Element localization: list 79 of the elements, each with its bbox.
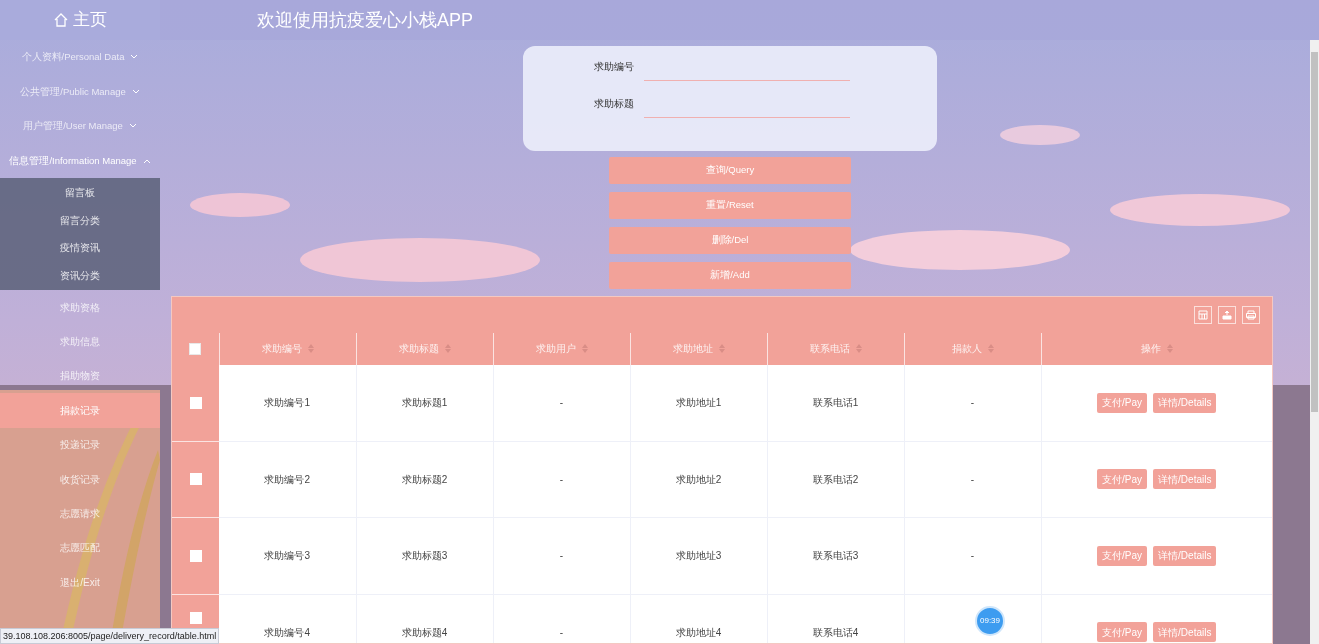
- home-icon[interactable]: [53, 12, 69, 28]
- table-cell: 联系电话1: [812, 397, 859, 409]
- table-cell: 求助标题4: [401, 626, 448, 638]
- sidebar-item[interactable]: 投递记录: [0, 427, 160, 462]
- print-icon[interactable]: [1242, 305, 1260, 324]
- table-cell: 求助标题1: [401, 397, 448, 409]
- action-button[interactable]: 重置/Reset: [609, 191, 851, 219]
- row-action-button[interactable]: 详情/Details: [1153, 545, 1217, 566]
- column-header[interactable]: 捐款人: [951, 341, 982, 357]
- sidebar-item[interactable]: 留言分类: [0, 206, 160, 234]
- table-cell: -: [559, 473, 564, 485]
- column-header[interactable]: 求助编号: [261, 341, 302, 357]
- table-cell: 求助地址1: [675, 397, 722, 409]
- columns-icon[interactable]: [1194, 305, 1212, 324]
- sidebar-item[interactable]: 志愿请求: [0, 496, 160, 531]
- table-cell: 求助标题3: [401, 550, 448, 562]
- sidebar-group[interactable]: 信息管理/Information Manage: [0, 143, 160, 178]
- table-cell: -: [559, 550, 564, 562]
- sort-icon[interactable]: [581, 344, 588, 354]
- column-header[interactable]: 求助标题: [398, 341, 439, 357]
- field-label: 求助编号: [593, 59, 635, 74]
- column-header[interactable]: 求助地址: [672, 341, 713, 357]
- checkbox[interactable]: [189, 473, 202, 486]
- table-cell: -: [559, 397, 564, 409]
- table-cell: 求助地址4: [675, 626, 722, 638]
- table-cell: -: [970, 397, 975, 409]
- sidebar-item[interactable]: 志愿匹配: [0, 530, 160, 566]
- sidebar-item[interactable]: 资讯分类: [0, 261, 160, 289]
- sidebar-item[interactable]: 疫情资讯: [0, 234, 160, 262]
- app-title: 欢迎使用抗疫爱心小栈APP: [257, 8, 474, 32]
- table-cell: 求助地址2: [675, 473, 722, 485]
- row-action-button[interactable]: 支付/Pay: [1097, 545, 1148, 566]
- sidebar-item[interactable]: 留言板: [0, 179, 160, 207]
- action-button[interactable]: 删除/Del: [609, 226, 851, 254]
- table-cell: -: [559, 626, 564, 638]
- sort-icon[interactable]: [307, 344, 314, 354]
- table-cell: 求助地址3: [675, 550, 722, 562]
- sort-icon[interactable]: [855, 344, 862, 354]
- table-cell: 求助编号1: [264, 397, 311, 409]
- row-action-button[interactable]: 支付/Pay: [1097, 469, 1148, 490]
- checkbox[interactable]: [189, 549, 202, 562]
- chevron-down-icon: [130, 54, 139, 61]
- table-cell: 求助编号4: [264, 626, 311, 638]
- checkbox[interactable]: [189, 396, 202, 409]
- table-cell: 联系电话4: [812, 626, 859, 638]
- column-header[interactable]: 求助用户: [535, 341, 576, 357]
- column-header[interactable]: 操作: [1140, 341, 1161, 357]
- field-label: 求助标题: [593, 96, 635, 111]
- table-cell: 求助编号3: [264, 550, 311, 562]
- table-cell: -: [970, 473, 975, 485]
- table-cell: 联系电话3: [812, 550, 859, 562]
- table-cell: 联系电话2: [812, 473, 859, 485]
- column-header[interactable]: 联系电话: [809, 341, 850, 357]
- chevron-down-icon: [128, 123, 137, 130]
- sort-icon[interactable]: [987, 344, 994, 354]
- action-button[interactable]: 查询/Query: [609, 156, 851, 184]
- sidebar-item[interactable]: 捐款记录: [0, 393, 160, 428]
- row-action-button[interactable]: 详情/Details: [1153, 392, 1217, 413]
- sidebar-item[interactable]: 退出/Exit: [0, 565, 160, 600]
- row-action-button[interactable]: 详情/Details: [1153, 622, 1217, 643]
- sort-icon[interactable]: [444, 344, 451, 354]
- export-icon[interactable]: [1218, 305, 1236, 324]
- home-link[interactable]: 主页: [73, 7, 107, 33]
- table-cell: -: [970, 550, 975, 562]
- action-button[interactable]: 新增/Add: [609, 261, 851, 289]
- checkbox[interactable]: [189, 342, 202, 355]
- table-cell: 求助编号2: [264, 473, 311, 485]
- scrollbar[interactable]: [1310, 40, 1319, 644]
- table-cell: 求助标题2: [401, 473, 448, 485]
- sort-icon[interactable]: [1166, 344, 1173, 354]
- checkbox[interactable]: [189, 612, 202, 625]
- sort-icon[interactable]: [718, 344, 725, 354]
- sidebar-item[interactable]: 收货记录: [0, 461, 160, 497]
- chevron-down-icon: [131, 88, 140, 95]
- row-action-button[interactable]: 详情/Details: [1153, 469, 1217, 490]
- chevron-up-icon: [142, 157, 151, 164]
- status-url: 39.108.108.206:8005/page/delivery_record/table.html: [0, 628, 220, 644]
- row-action-button[interactable]: 支付/Pay: [1097, 392, 1148, 413]
- row-action-button[interactable]: 支付/Pay: [1097, 622, 1148, 643]
